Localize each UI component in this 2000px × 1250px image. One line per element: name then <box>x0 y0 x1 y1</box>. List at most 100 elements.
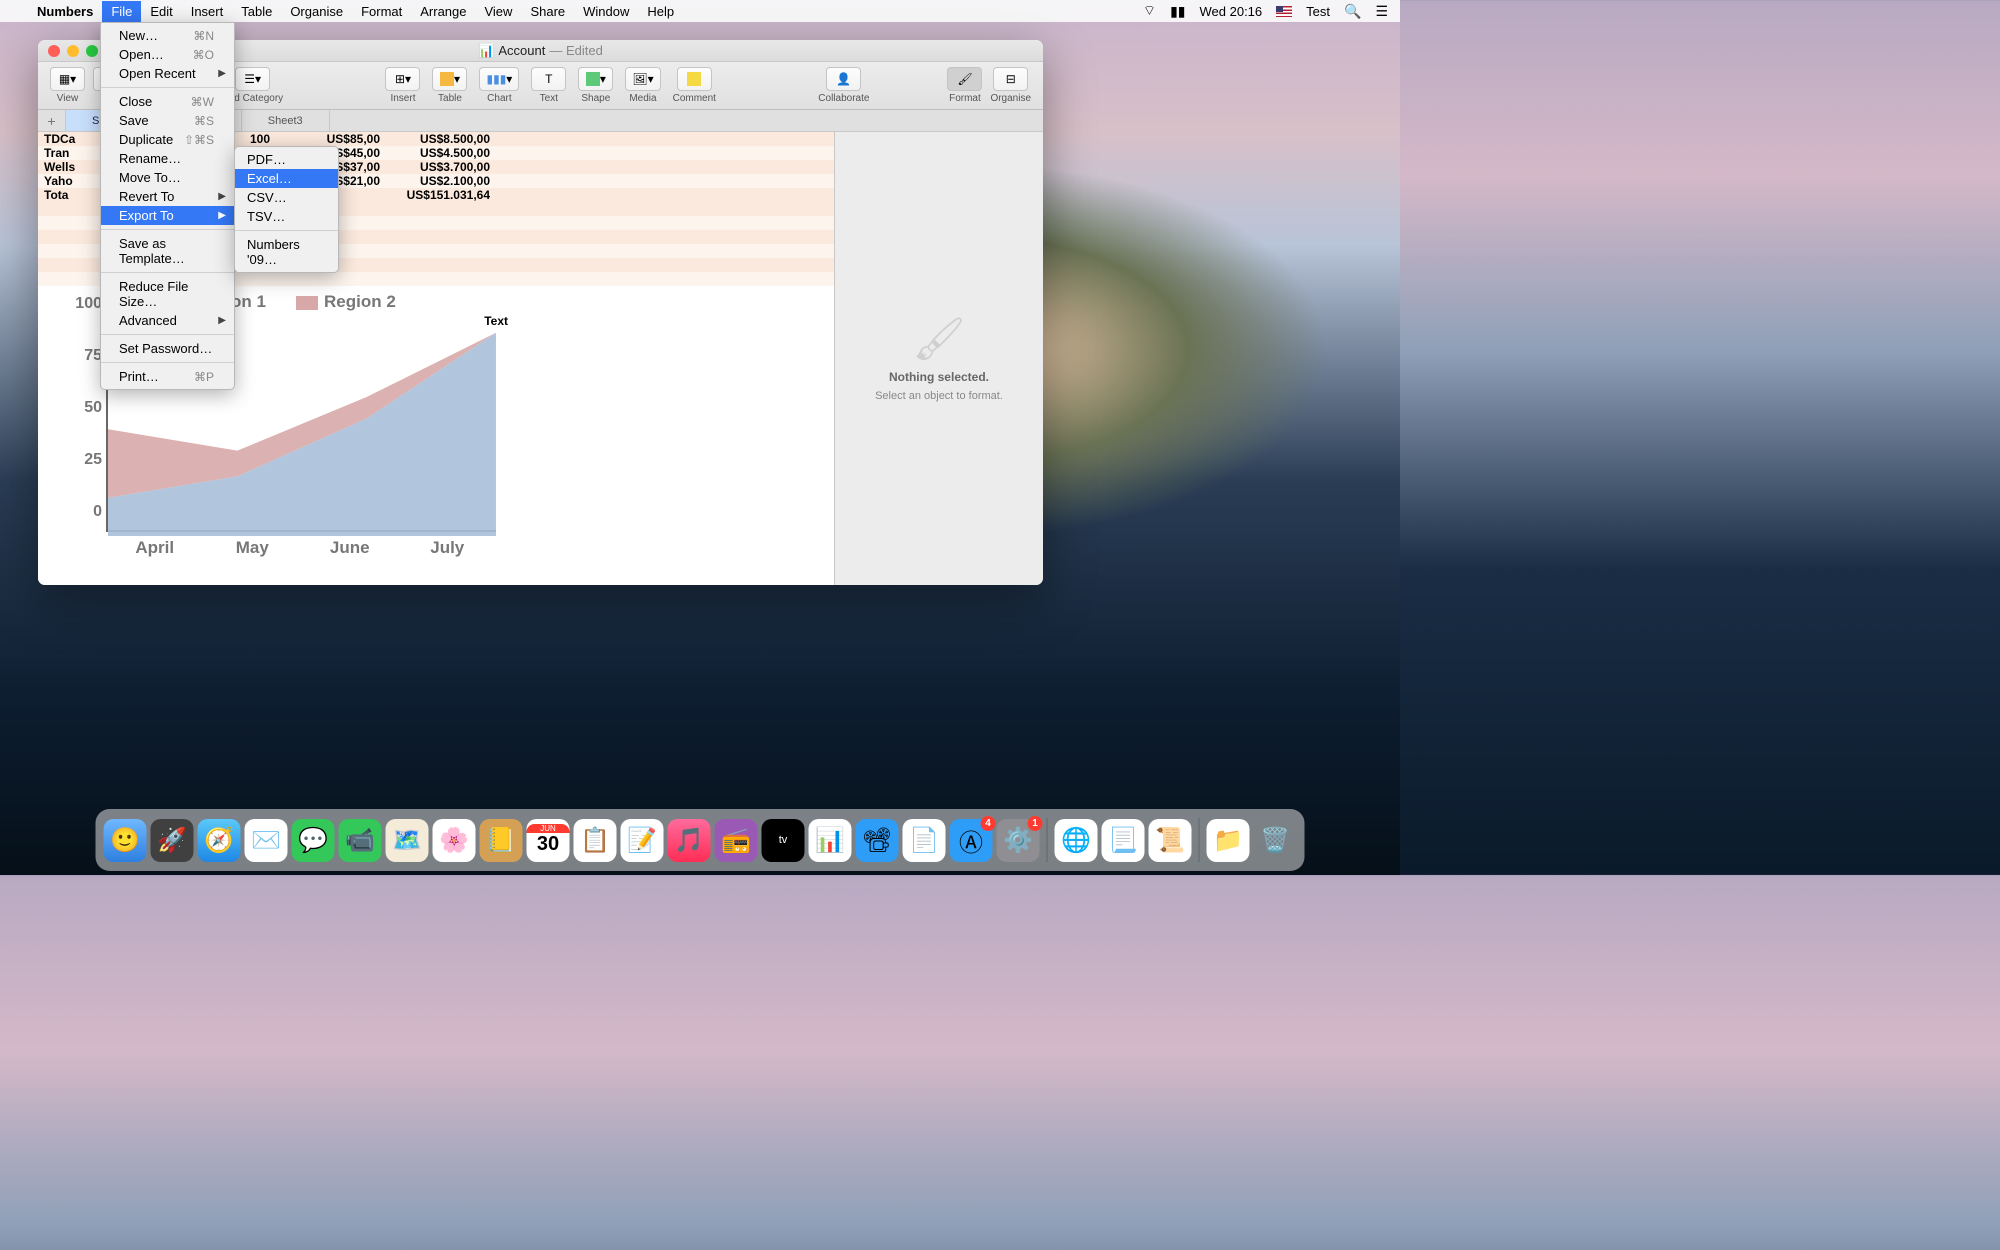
wifi-icon[interactable]: ⌔ <box>1143 2 1156 20</box>
dock-facetime[interactable]: 📹 <box>339 819 382 862</box>
file-menu-dropdown: New…⌘N Open…⌘O Open Recent▶ Close⌘W Save… <box>100 22 235 390</box>
shape-label: Shape <box>581 93 610 104</box>
file-revert-to[interactable]: Revert To▶ <box>101 187 234 206</box>
battery-icon[interactable]: ▮▮ <box>1170 3 1185 20</box>
insert-label: Insert <box>390 93 415 104</box>
export-submenu: PDF… Excel… CSV… TSV… Numbers '09… <box>234 146 339 273</box>
user-label[interactable]: Test <box>1306 4 1330 19</box>
file-move-to[interactable]: Move To… <box>101 168 234 187</box>
minimize-window-button[interactable] <box>67 45 79 57</box>
close-window-button[interactable] <box>48 45 60 57</box>
menu-organise[interactable]: Organise <box>281 1 352 22</box>
spotlight-icon[interactable]: 🔍 <box>1344 3 1361 20</box>
dock-pages[interactable]: 📄 <box>903 819 946 862</box>
shape-button[interactable]: ▾ <box>578 67 613 91</box>
file-new[interactable]: New…⌘N <box>101 26 234 45</box>
menu-help[interactable]: Help <box>638 1 683 22</box>
menu-share[interactable]: Share <box>521 1 574 22</box>
file-advanced[interactable]: Advanced▶ <box>101 311 234 330</box>
view-label: View <box>57 93 79 104</box>
menu-arrange[interactable]: Arrange <box>411 1 475 22</box>
dock-trash[interactable]: 🗑️ <box>1254 819 1297 862</box>
media-label: Media <box>629 93 656 104</box>
insert-button[interactable]: ⊞▾ <box>385 67 420 91</box>
media-button[interactable]: 🖼▾ <box>625 67 660 91</box>
format-button[interactable]: 🖌 <box>947 67 982 91</box>
menu-window[interactable]: Window <box>574 1 638 22</box>
x-tick: June <box>301 538 399 558</box>
menu-view[interactable]: View <box>475 1 521 22</box>
sheet-tab-3[interactable]: Sheet3 <box>242 110 330 131</box>
dock-script[interactable]: 📜 <box>1149 819 1192 862</box>
menu-insert[interactable]: Insert <box>182 1 233 22</box>
dock-music[interactable]: 🎵 <box>668 819 711 862</box>
export-numbers09[interactable]: Numbers '09… <box>235 235 338 269</box>
menu-edit[interactable]: Edit <box>141 1 181 22</box>
add-sheet-button[interactable]: + <box>38 110 66 131</box>
app-menu[interactable]: Numbers <box>28 1 102 22</box>
input-source-icon[interactable] <box>1276 6 1292 17</box>
file-open[interactable]: Open…⌘O <box>101 45 234 64</box>
organise-label: Organise <box>990 93 1031 104</box>
menu-table[interactable]: Table <box>232 1 281 22</box>
window-title: 📊 Account — Edited <box>478 43 603 59</box>
file-print[interactable]: Print…⌘P <box>101 367 234 386</box>
menu-file[interactable]: File <box>102 1 141 22</box>
dock-safari[interactable]: 🧭 <box>198 819 241 862</box>
file-set-password[interactable]: Set Password… <box>101 339 234 358</box>
dock-tv[interactable]: tv <box>762 819 805 862</box>
dock-numbers[interactable]: 📊 <box>809 819 852 862</box>
export-pdf[interactable]: PDF… <box>235 150 338 169</box>
dock-mail[interactable]: ✉️ <box>245 819 288 862</box>
file-save-template[interactable]: Save as Template… <box>101 234 234 268</box>
dock-reminders[interactable]: 📋 <box>574 819 617 862</box>
format-label: Format <box>949 93 981 104</box>
zoom-window-button[interactable] <box>86 45 98 57</box>
clock[interactable]: Wed 20:16 <box>1199 4 1262 19</box>
x-tick: May <box>204 538 302 558</box>
collaborate-button[interactable]: 👤 <box>826 67 861 91</box>
dock-sysprefs[interactable]: ⚙️1 <box>997 819 1040 862</box>
dock-downloads[interactable]: 📁 <box>1207 819 1250 862</box>
menu-format[interactable]: Format <box>352 1 411 22</box>
export-csv[interactable]: CSV… <box>235 188 338 207</box>
dock-finder[interactable]: 🙂 <box>104 819 147 862</box>
x-tick: July <box>399 538 497 558</box>
view-button[interactable]: ▦▾ <box>50 67 85 91</box>
dock-contacts[interactable]: 📒 <box>480 819 523 862</box>
y-tick: 25 <box>68 451 102 469</box>
chart-button[interactable]: ▮▮▮▾ <box>479 67 519 91</box>
chart-label: Chart <box>487 93 511 104</box>
file-close[interactable]: Close⌘W <box>101 92 234 111</box>
dock-messages[interactable]: 💬 <box>292 819 335 862</box>
file-save[interactable]: Save⌘S <box>101 111 234 130</box>
dock-notes[interactable]: 📝 <box>621 819 664 862</box>
export-excel[interactable]: Excel… <box>235 169 338 188</box>
dock-podcasts[interactable]: 📻 <box>715 819 758 862</box>
dock-launchpad[interactable]: 🚀 <box>151 819 194 862</box>
file-export-to[interactable]: Export To▶ <box>101 206 234 225</box>
addcat-button[interactable]: ☰▾ <box>235 67 270 91</box>
dock-appstore[interactable]: Ⓐ4 <box>950 819 993 862</box>
file-duplicate[interactable]: Duplicate⇧⌘S <box>101 130 234 149</box>
y-tick: 50 <box>68 399 102 417</box>
organise-button[interactable]: ⊟ <box>993 67 1028 91</box>
comment-button[interactable] <box>677 67 712 91</box>
text-button[interactable]: T <box>531 67 566 91</box>
brush-icon: 🖌 <box>912 315 965 364</box>
control-center-icon[interactable]: ☰ <box>1375 3 1388 20</box>
file-rename[interactable]: Rename… <box>101 149 234 168</box>
dock-textedit[interactable]: 📃 <box>1102 819 1145 862</box>
dock-keynote[interactable]: 📽 <box>856 819 899 862</box>
table-label: Table <box>438 93 462 104</box>
file-open-recent[interactable]: Open Recent▶ <box>101 64 234 83</box>
table-button[interactable]: ▾ <box>432 67 467 91</box>
dock-chrome[interactable]: 🌐 <box>1055 819 1098 862</box>
text-label: Text <box>540 93 558 104</box>
file-reduce-size[interactable]: Reduce File Size… <box>101 277 234 311</box>
export-tsv[interactable]: TSV… <box>235 207 338 226</box>
dock-maps[interactable]: 🗺️ <box>386 819 429 862</box>
dock-photos[interactable]: 🌸 <box>433 819 476 862</box>
dock-calendar[interactable]: JUN30 <box>527 819 570 862</box>
chart-icon: ▮▮▮ <box>486 72 506 86</box>
